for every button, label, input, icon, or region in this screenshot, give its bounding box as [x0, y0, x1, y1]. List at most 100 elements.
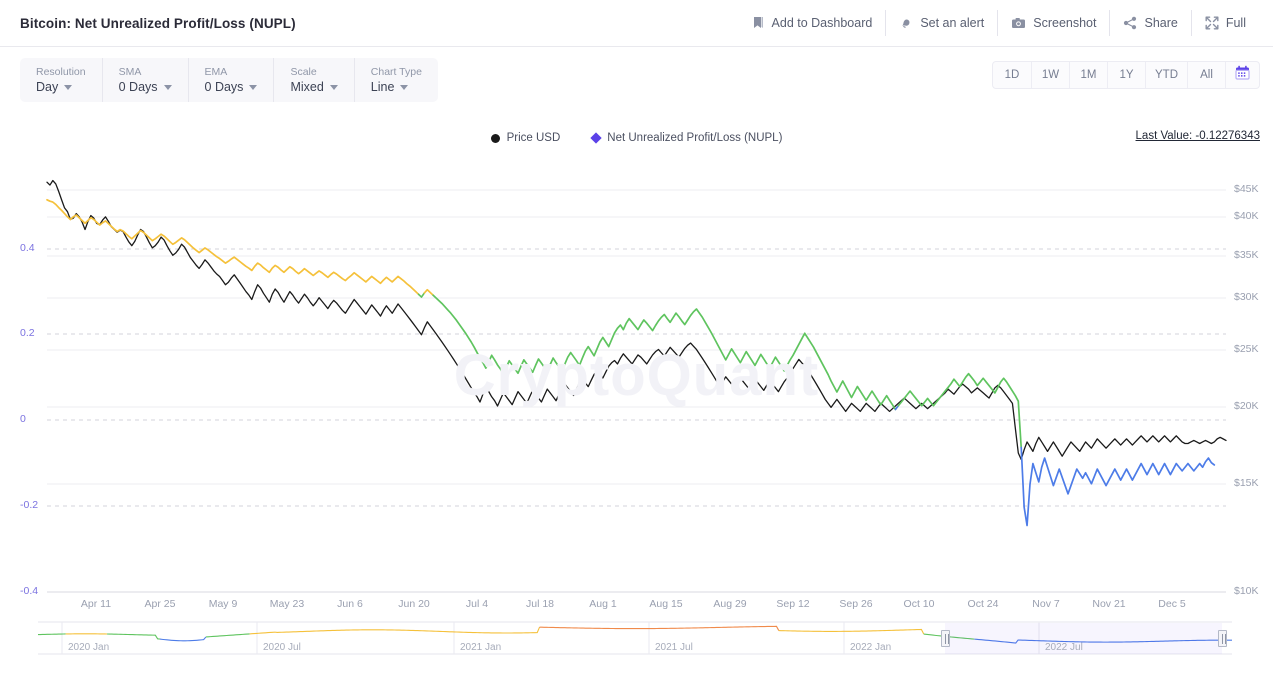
navigator-label-1: 2020 Jul	[263, 642, 301, 653]
control-bar: Resolution Day SMA 0 Days EMA 0 Days Sca…	[0, 47, 1273, 111]
ema-value: 0 Days	[205, 79, 258, 95]
x-axis-tick-6: Jul 4	[455, 598, 499, 610]
set-an-alert-button[interactable]: Set an alert	[885, 10, 997, 36]
navigator-right-handle[interactable]	[1218, 630, 1227, 647]
range-button-1d[interactable]: 1D	[993, 62, 1031, 88]
page-title: Bitcoin: Net Unrealized Profit/Loss (NUP…	[20, 16, 296, 31]
legend-label-price: Price USD	[507, 132, 561, 144]
navigator-label-3: 2021 Jul	[655, 642, 693, 653]
navigator-left-handle[interactable]	[941, 630, 950, 647]
y-axis-right-tick-2: $35K	[1234, 249, 1259, 261]
chart-type-value-text: Line	[371, 79, 395, 95]
navigator-label-2: 2021 Jan	[460, 642, 501, 653]
screenshot-label: Screenshot	[1033, 16, 1096, 30]
range-button-all[interactable]: All	[1187, 62, 1225, 88]
share-icon	[1123, 16, 1137, 30]
legend-item-nupl[interactable]: Net Unrealized Profit/Loss (NUPL)	[592, 132, 782, 144]
y-axis-right-tick-3: $30K	[1234, 291, 1259, 303]
chart-type-label: Chart Type	[371, 65, 422, 79]
resolution-value: Day	[36, 79, 86, 95]
calendar-button[interactable]	[1225, 62, 1259, 88]
share-label: Share	[1144, 16, 1177, 30]
sma-value: 0 Days	[119, 79, 172, 95]
share-button[interactable]: Share	[1109, 10, 1190, 36]
y-axis-right-tick-6: $15K	[1234, 477, 1259, 489]
navigator-label-0: 2020 Jan	[68, 642, 109, 653]
chart-canvas[interactable]	[0, 155, 1273, 610]
expand-icon	[1205, 16, 1219, 30]
navigator-selection-window[interactable]	[945, 623, 1222, 654]
full-screen-label: Full	[1226, 16, 1246, 30]
series-line-nupl-segment-5[interactable]	[898, 374, 1021, 448]
y-axis-right-tick-7: $10K	[1234, 585, 1259, 597]
circle-marker-icon	[491, 134, 500, 143]
series-line-nupl-segment-6[interactable]	[1021, 448, 1214, 526]
y-axis-right-tick-1: $40K	[1234, 210, 1259, 222]
calendar-icon	[1235, 65, 1250, 85]
sma-dropdown[interactable]: SMA 0 Days	[102, 58, 188, 102]
range-button-1w[interactable]: 1W	[1031, 62, 1069, 88]
x-axis-tick-5: Jun 20	[392, 598, 436, 610]
x-axis-tick-17: Dec 5	[1150, 598, 1194, 610]
range-button-1y[interactable]: 1Y	[1107, 62, 1145, 88]
x-axis-tick-2: May 9	[201, 598, 245, 610]
chevron-down-icon	[64, 85, 72, 90]
navigator-canvas[interactable]	[0, 620, 1273, 660]
set-an-alert-label: Set an alert	[920, 16, 984, 30]
camera-icon	[1011, 16, 1026, 30]
navigator-label-4: 2022 Jan	[850, 642, 891, 653]
x-axis-tick-15: Nov 7	[1024, 598, 1068, 610]
chart-settings-group: Resolution Day SMA 0 Days EMA 0 Days Sca…	[20, 58, 438, 102]
x-axis-tick-8: Aug 1	[581, 598, 625, 610]
diamond-marker-icon	[591, 132, 602, 143]
sma-value-text: 0 Days	[119, 79, 158, 95]
y-axis-right-tick-5: $20K	[1234, 400, 1259, 412]
chart-type-value: Line	[371, 79, 422, 95]
y-axis-left-tick-4: -0.4	[20, 585, 38, 597]
screenshot-button[interactable]: Screenshot	[997, 10, 1109, 36]
range-navigator[interactable]: 2020 Jan 2020 Jul 2021 Jan 2021 Jul 2022 Jan…	[0, 620, 1273, 678]
chart-type-dropdown[interactable]: Chart Type Line	[354, 58, 438, 102]
last-value-badge[interactable]: Last Value: -0.12276343	[1136, 130, 1260, 142]
time-range-group: 1D 1W 1M 1Y YTD All	[992, 61, 1260, 89]
y-axis-right-tick-4: $25K	[1234, 343, 1259, 355]
header-actions: Add to Dashboard Set an alert Screenshot…	[739, 10, 1259, 36]
x-axis-tick-16: Nov 21	[1087, 598, 1131, 610]
resolution-dropdown[interactable]: Resolution Day	[20, 58, 102, 102]
scale-label: Scale	[290, 65, 337, 79]
ema-label: EMA	[205, 65, 258, 79]
y-axis-left-tick-0: 0.4	[20, 242, 35, 254]
navigator-series-segment-0	[38, 634, 66, 635]
series-line-price-usd[interactable]	[47, 181, 1226, 460]
x-axis-tick-12: Sep 26	[834, 598, 878, 610]
range-button-ytd[interactable]: YTD	[1145, 62, 1187, 88]
y-axis-left-tick-2: 0	[20, 413, 26, 425]
series-line-nupl-segment-1[interactable]	[419, 293, 425, 297]
add-to-dashboard-button[interactable]: Add to Dashboard	[739, 10, 886, 36]
scale-value: Mixed	[290, 79, 337, 95]
scale-dropdown[interactable]: Scale Mixed	[273, 58, 353, 102]
series-line-nupl-segment-3[interactable]	[433, 295, 895, 409]
x-axis-tick-9: Aug 15	[644, 598, 688, 610]
series-line-nupl-segment-0[interactable]	[47, 200, 419, 294]
sma-label: SMA	[119, 65, 172, 79]
chevron-down-icon	[164, 85, 172, 90]
x-axis-tick-0: Apr 11	[74, 598, 118, 610]
chart-header: Bitcoin: Net Unrealized Profit/Loss (NUP…	[0, 0, 1273, 47]
x-axis-tick-13: Oct 10	[897, 598, 941, 610]
chevron-down-icon	[400, 85, 408, 90]
x-axis-tick-7: Jul 18	[518, 598, 562, 610]
full-screen-button[interactable]: Full	[1191, 10, 1259, 36]
x-axis-tick-3: May 23	[265, 598, 309, 610]
legend-item-price[interactable]: Price USD	[491, 132, 561, 144]
bell-icon	[899, 16, 913, 30]
series-line-nupl-segment-2[interactable]	[424, 290, 433, 296]
chevron-down-icon	[330, 85, 338, 90]
scale-value-text: Mixed	[290, 79, 323, 95]
resolution-label: Resolution	[36, 65, 86, 79]
range-button-1m[interactable]: 1M	[1069, 62, 1107, 88]
chart-plot-area[interactable]: CryptoQuant 0.40.20-0.2-0.4$45K$40K$35K$…	[0, 155, 1273, 610]
add-to-dashboard-label: Add to Dashboard	[772, 16, 873, 30]
ema-dropdown[interactable]: EMA 0 Days	[188, 58, 274, 102]
x-axis-tick-4: Jun 6	[328, 598, 372, 610]
